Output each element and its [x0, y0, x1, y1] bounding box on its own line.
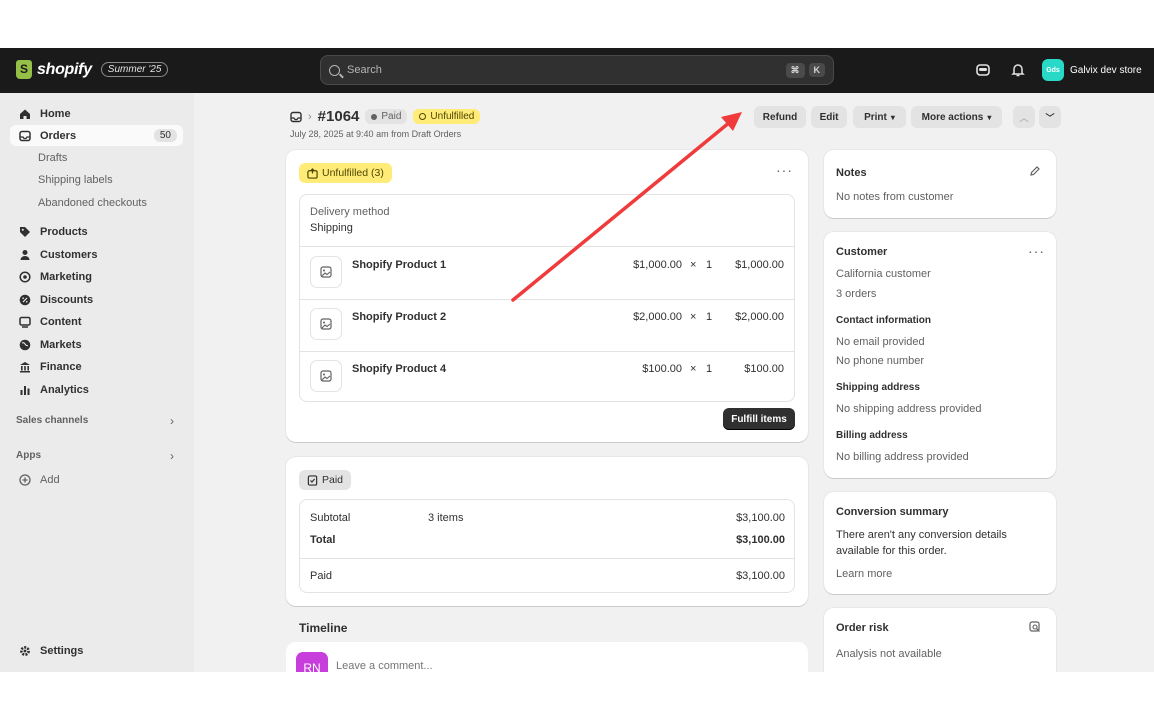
annotation-arrow-overlay [511, 112, 742, 302]
annotation-arrow-line [511, 120, 732, 302]
